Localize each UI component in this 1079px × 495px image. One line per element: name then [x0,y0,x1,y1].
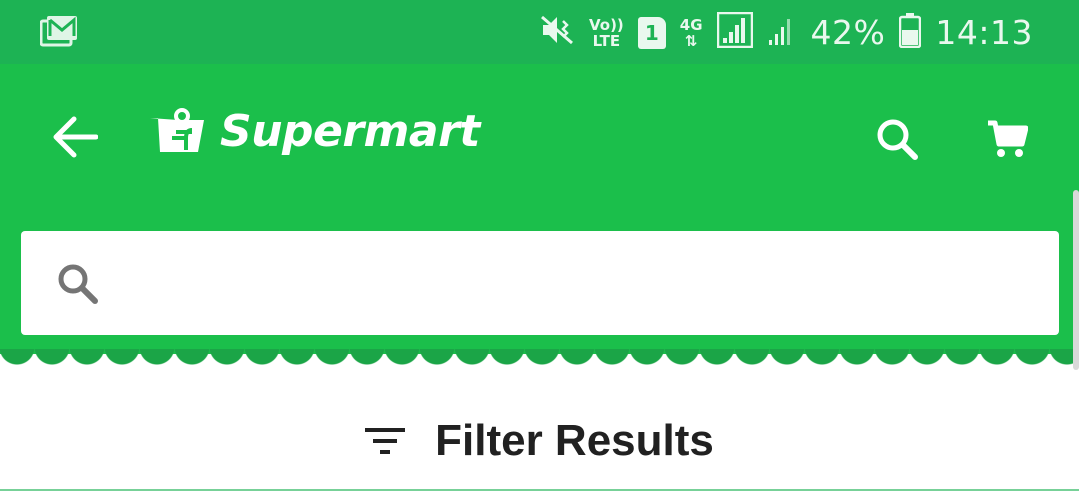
scroll-edge [1073,190,1079,370]
search-field[interactable] [21,231,1059,335]
battery-icon [899,12,922,53]
sim-label: 1 [644,20,659,45]
mute-vibrate-icon [539,13,575,52]
battery-percent: 42% [810,13,886,52]
status-bar: Vo)) LTE 1 4G ⇅ 42% 14:13 [0,0,1079,64]
volte-icon: Vo)) LTE [589,17,624,49]
search-input[interactable] [101,231,1059,335]
back-arrow-icon [53,116,98,158]
search-button[interactable] [870,112,924,166]
network-label: 4G [679,15,703,34]
signal-icon [716,11,753,53]
search-icon [53,259,101,307]
app-bar: Supermart [0,64,1079,354]
data-arrows-icon: ⇅ [684,31,698,50]
supermart-logo-icon [150,107,204,152]
cart-button[interactable] [980,112,1034,166]
filter-icon [365,428,406,454]
divider [0,489,1079,491]
cart-icon [988,120,1028,157]
volte-bottom-label: LTE [592,31,621,50]
sim-1-icon: 1 [637,16,666,49]
filter-label: Filter Results [435,416,714,465]
scallop-band [0,339,1079,349]
filter-results-button[interactable]: Filter Results [0,405,1079,477]
search-icon [877,119,918,160]
brand-logo: Supermart [148,106,480,157]
4g-data-icon: 4G ⇅ [680,17,703,49]
brand-name: Supermart [220,106,480,157]
volte-top-label: Vo)) [588,15,624,34]
signal-2-icon [767,13,797,52]
back-button[interactable] [48,110,102,164]
gmail-icon [39,15,78,52]
clock: 14:13 [935,13,1033,52]
